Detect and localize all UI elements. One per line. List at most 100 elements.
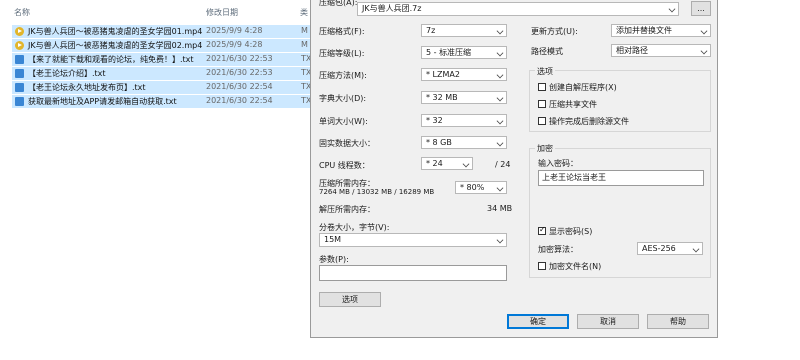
file-date: 2021/6/30 22:53 (206, 54, 273, 63)
chevron-down-icon (496, 184, 504, 192)
encryption-group-title: 加密 (535, 143, 555, 154)
delete-after-checkbox[interactable] (538, 117, 546, 125)
encrypt-names-checkbox[interactable] (538, 262, 546, 270)
word-label: 单词大小(W): (319, 117, 368, 126)
method-value: * LZMA2 (426, 70, 460, 79)
column-header-name[interactable]: 名称 (14, 7, 30, 18)
sfx-checkbox[interactable] (538, 83, 546, 91)
chevron-down-icon (496, 94, 504, 102)
params-input[interactable] (319, 265, 507, 281)
cancel-button[interactable]: 取消 (577, 314, 639, 329)
video-file-icon (15, 41, 24, 50)
method-label: 压缩方法(M): (319, 71, 367, 80)
file-name: 【老王论坛永久地址发布页】.txt (28, 83, 146, 92)
archive-label: 压缩包(A): (319, 0, 358, 7)
update-select[interactable]: 添加并替换文件 (611, 24, 711, 37)
split-label: 分卷大小，字节(V): (319, 223, 390, 232)
split-value: 15M (324, 235, 342, 244)
update-label: 更新方式(U): (531, 27, 578, 36)
chevron-down-icon (700, 47, 708, 55)
file-explorer: 名称 修改日期 类 JK与兽人兵团～被恶猪鬼凌虐的圣女学园01.mp4 2025… (0, 0, 312, 360)
solid-value: * 8 GB (426, 138, 452, 147)
file-type: M (301, 40, 308, 49)
solid-label: 固实数据大小： (319, 139, 375, 148)
archive-path-combo[interactable]: JK与兽人兵团.7z (357, 2, 679, 16)
text-file-icon (15, 69, 24, 78)
word-value: * 32 (426, 116, 443, 125)
file-type: M (301, 26, 308, 35)
encryption-method-value: AES-256 (642, 244, 676, 253)
column-header-type[interactable]: 类 (300, 7, 308, 18)
file-date: 2021/6/30 22:54 (206, 96, 273, 105)
file-name: JK与兽人兵团～被恶猪鬼凌虐的圣女学园01.mp4 (28, 27, 203, 36)
chevron-down-icon (496, 27, 504, 35)
encrypt-names-label: 加密文件名(N) (549, 262, 602, 271)
mem-select[interactable]: * 80% (455, 181, 507, 194)
show-password-label: 显示密码(S) (549, 227, 593, 236)
cpu-label: CPU 线程数： (319, 161, 370, 170)
decomp-label: 解压所需内存： (319, 205, 375, 214)
split-combo[interactable]: 15M (319, 233, 507, 247)
chevron-down-icon (668, 5, 676, 13)
shared-files-label: 压缩共享文件 (549, 100, 597, 109)
dict-value: * 32 MB (426, 93, 458, 102)
word-select[interactable]: * 32 (421, 114, 507, 127)
file-row[interactable]: JK与兽人兵团～被恶猪鬼凌虐的圣女学园02.mp4 2025/9/9 4:28 … (12, 39, 312, 52)
solid-select[interactable]: * 8 GB (421, 136, 507, 149)
file-name: 【老王论坛介绍】.txt (28, 69, 106, 78)
sfx-label: 创建自解压程序(X) (549, 83, 617, 92)
decomp-value: 34 MB (487, 204, 513, 213)
path-value: 相对路径 (616, 46, 648, 55)
file-date: 2025/9/9 4:28 (206, 40, 263, 49)
path-label: 路径模式 (531, 47, 563, 56)
params-label: 参数(P): (319, 255, 349, 264)
file-row[interactable]: 【来了就能下载和观看的论坛，纯免费！】.txt 2021/6/30 22:53 … (12, 53, 312, 66)
level-label: 压缩等级(L): (319, 49, 365, 58)
dict-label: 字典大小(D): (319, 94, 367, 103)
ok-button[interactable]: 确定 (507, 314, 569, 329)
encryption-method-label: 加密算法： (538, 245, 578, 254)
chevron-down-icon (496, 49, 504, 57)
file-date: 2021/6/30 22:53 (206, 68, 273, 77)
delete-after-label: 操作完成后删除源文件 (549, 117, 629, 126)
options-button[interactable]: 选项 (319, 292, 381, 307)
file-row[interactable]: 【老王论坛永久地址发布页】.txt 2021/6/30 22:54 TX (12, 81, 312, 94)
file-row[interactable]: 获取最新地址及APP请发邮箱自动获取.txt 2021/6/30 22:54 T… (12, 95, 312, 108)
mem-value: * 80% (460, 183, 485, 192)
archive-path-value: JK与兽人兵团.7z (362, 4, 422, 13)
level-select[interactable]: 5 - 标准压缩 (421, 46, 507, 59)
cpu-select[interactable]: * 24 (421, 157, 473, 170)
password-label: 输入密码： (538, 159, 578, 168)
chevron-down-icon (700, 27, 708, 35)
path-select[interactable]: 相对路径 (611, 44, 711, 57)
password-input[interactable]: 上老王论坛当老王 (538, 170, 704, 186)
chevron-down-icon (496, 236, 504, 244)
chevron-down-icon (496, 139, 504, 147)
add-to-archive-dialog: 压缩包(A): JK与兽人兵团.7z ... 压缩格式(F): 7z 压缩等级(… (310, 0, 718, 338)
text-file-icon (15, 97, 24, 106)
chevron-down-icon (496, 117, 504, 125)
text-file-icon (15, 55, 24, 64)
chevron-down-icon (692, 245, 700, 253)
method-select[interactable]: * LZMA2 (421, 68, 507, 81)
file-row[interactable]: 【老王论坛介绍】.txt 2021/6/30 22:53 TX (12, 67, 312, 80)
file-name: 【来了就能下载和观看的论坛，纯免费！】.txt (28, 55, 194, 64)
shared-files-checkbox[interactable] (538, 100, 546, 108)
show-password-checkbox[interactable] (538, 225, 546, 235)
video-file-icon (15, 27, 24, 36)
help-button[interactable]: 帮助 (647, 314, 709, 329)
cpu-value: * 24 (426, 159, 443, 168)
encryption-method-select[interactable]: AES-256 (637, 242, 703, 255)
chevron-down-icon (462, 160, 470, 168)
column-header-date[interactable]: 修改日期 (206, 7, 238, 18)
options-group-title: 选项 (535, 66, 555, 77)
cpu-max: / 24 (495, 160, 511, 169)
file-date: 2025/9/9 4:28 (206, 26, 263, 35)
format-label: 压缩格式(F): (319, 27, 365, 36)
mem-detail: 7264 MB / 13032 MB / 16289 MB (319, 188, 435, 196)
browse-button[interactable]: ... (691, 1, 711, 16)
update-value: 添加并替换文件 (616, 26, 672, 35)
file-row[interactable]: JK与兽人兵团～被恶猪鬼凌虐的圣女学园01.mp4 2025/9/9 4:28 … (12, 25, 312, 38)
format-select[interactable]: 7z (421, 24, 507, 37)
dict-select[interactable]: * 32 MB (421, 91, 507, 104)
